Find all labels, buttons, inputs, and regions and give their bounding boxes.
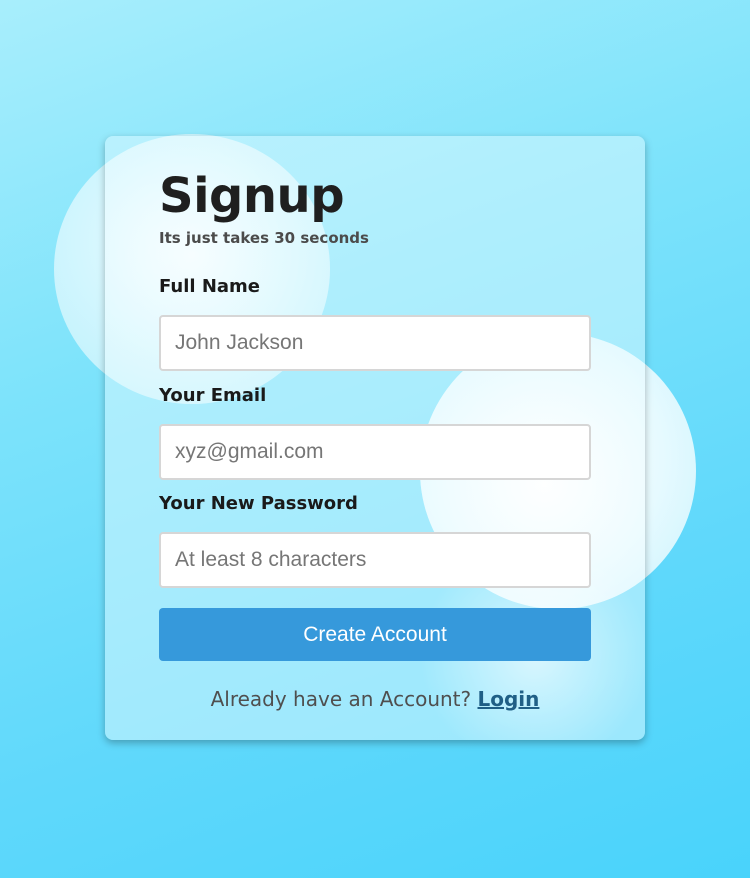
password-label: Your New Password bbox=[159, 493, 358, 514]
full-name-input[interactable] bbox=[159, 315, 591, 371]
full-name-label: Full Name bbox=[159, 276, 260, 297]
email-label: Your Email bbox=[159, 385, 267, 406]
login-prompt-text: Already have an Account? bbox=[210, 687, 472, 711]
login-link[interactable]: Login bbox=[478, 687, 540, 711]
page-subtitle: Its just takes 30 seconds bbox=[159, 229, 369, 247]
page-title: Signup bbox=[159, 168, 345, 224]
login-prompt: Already have an Account? Login bbox=[159, 687, 591, 711]
signup-card: Signup Its just takes 30 seconds Full Na… bbox=[105, 136, 645, 740]
email-input[interactable] bbox=[159, 424, 591, 480]
create-account-button[interactable]: Create Account bbox=[159, 608, 591, 661]
password-input[interactable] bbox=[159, 532, 591, 588]
